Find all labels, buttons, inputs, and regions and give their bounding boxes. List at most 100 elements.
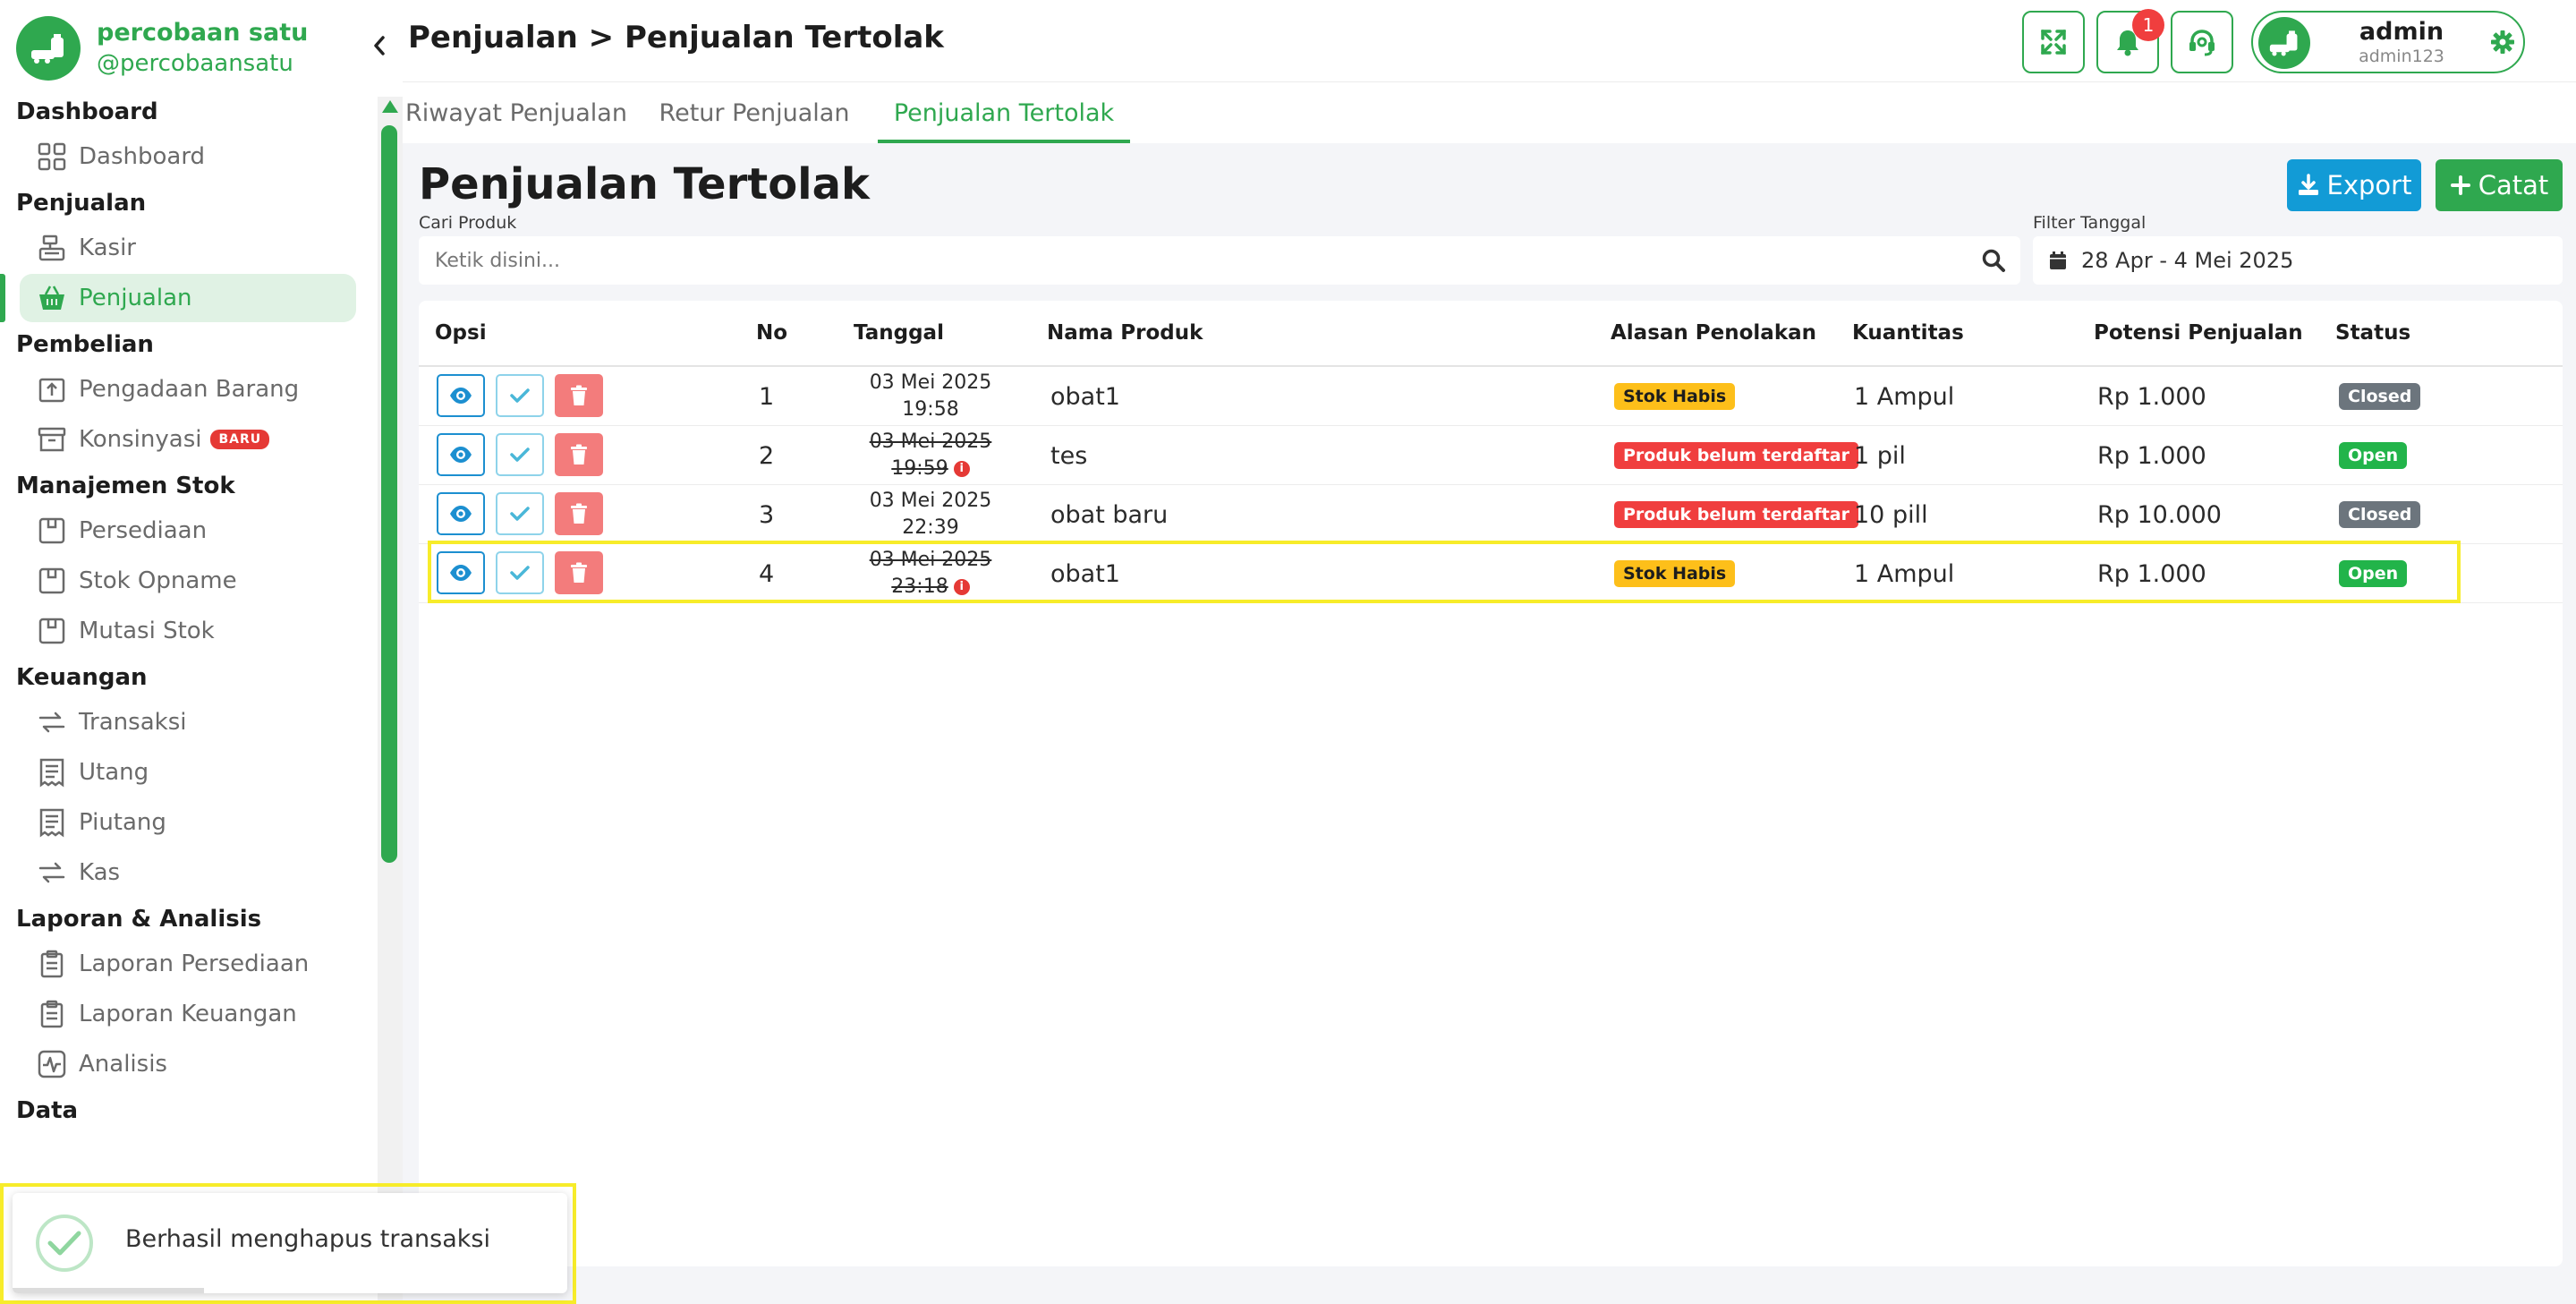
cash-register-icon	[36, 232, 68, 264]
trash-icon	[571, 503, 587, 524]
sidebar-item-label: Pengadaan Barang	[79, 376, 300, 403]
reason-badge: Stok Habis	[1614, 383, 1736, 410]
info-icon[interactable]: i	[953, 461, 970, 477]
row-date: 03 Mei 2025 19:59 i	[850, 426, 1011, 485]
reason-badge: Produk belum terdaftar	[1614, 442, 1858, 469]
approve-button[interactable]	[496, 492, 544, 535]
sidebar-item-laporan-persediaan[interactable]: Laporan Persediaan	[20, 940, 356, 988]
expand-icon	[2041, 30, 2066, 55]
user-role: admin123	[2359, 47, 2444, 66]
table-row: 1 03 Mei 2025 19:58 obat1 Stok Habis 1 Ampul R…	[419, 367, 2563, 426]
sidebar-item-kasir[interactable]: Kasir	[20, 224, 356, 272]
sidebar-item-label: Persediaan	[79, 517, 208, 544]
tab-bar: Riwayat Penjualan Retur Penjualan Penjua…	[403, 84, 2576, 143]
check-icon	[510, 388, 530, 403]
sidebar-item-stok-opname[interactable]: Stok Opname	[20, 557, 356, 605]
delete-button[interactable]	[555, 492, 603, 535]
sidebar-item-piutang[interactable]: Piutang	[20, 798, 356, 847]
archive-icon	[36, 423, 68, 456]
notification-count-badge: 1	[2132, 9, 2164, 41]
sidebar-item-pengadaan-barang[interactable]: Pengadaan Barang	[20, 365, 356, 413]
sidebar-item-konsinyasi[interactable]: Konsinyasi BARU	[20, 415, 356, 464]
sidebar-item-mutasi-stok[interactable]: Mutasi Stok	[20, 607, 356, 655]
scroll-up-arrow-icon[interactable]	[382, 100, 398, 113]
row-status: Closed	[2339, 485, 2421, 544]
sidebar-item-dashboard[interactable]: Dashboard	[20, 132, 356, 181]
page-title: Penjualan Tertolak	[419, 159, 870, 209]
table-row: 3 03 Mei 2025 22:39 obat baru Produk belum t…	[419, 485, 2563, 544]
sidebar-item-label: Piutang	[79, 809, 166, 836]
row-date-time: 19:59 i	[891, 456, 970, 482]
fullscreen-button[interactable]	[2022, 11, 2085, 73]
sidebar: percobaan satu @percobaansatu Dashboard D…	[0, 0, 403, 1304]
exchange-icon	[36, 706, 68, 738]
view-button[interactable]	[437, 492, 485, 535]
toast-notification[interactable]: Berhasil menghapus transaksi	[13, 1193, 567, 1293]
status-badge: Closed	[2339, 383, 2421, 410]
sidebar-item-utang[interactable]: Utang	[20, 748, 356, 797]
toast-message: Berhasil menghapus transaksi	[125, 1225, 490, 1253]
sidebar-item-label: Kasir	[79, 234, 136, 261]
highlighted-row-outline	[428, 541, 2461, 603]
toast-progress-bar	[13, 1288, 204, 1293]
view-button[interactable]	[437, 433, 485, 476]
delete-button[interactable]	[555, 374, 603, 417]
main-content: Penjualan Tertolak Export Catat Cari Pro…	[403, 143, 2576, 1304]
row-product-name: tes	[1050, 441, 1088, 470]
delete-button[interactable]	[555, 433, 603, 476]
approve-button[interactable]	[496, 374, 544, 417]
brand[interactable]: percobaan satu @percobaansatu	[16, 16, 308, 81]
user-menu[interactable]: admin admin123	[2251, 11, 2525, 73]
collapse-sidebar-button[interactable]	[367, 30, 392, 61]
gear-icon[interactable]	[2489, 29, 2516, 59]
notification-button[interactable]: 1	[2096, 9, 2164, 73]
trash-icon	[571, 385, 587, 405]
row-reason: Stok Habis	[1614, 367, 1736, 426]
trash-icon	[571, 444, 587, 464]
tab-penjualan-tertolak[interactable]: Penjualan Tertolak	[878, 84, 1130, 143]
sidebar-section-keuangan: Keuangan	[16, 664, 148, 691]
tab-retur-penjualan[interactable]: Retur Penjualan	[646, 84, 863, 143]
sidebar-item-analisis[interactable]: Analisis	[20, 1040, 356, 1088]
eye-icon	[450, 506, 472, 522]
sidebar-item-penjualan[interactable]: Penjualan	[0, 274, 356, 322]
box-icon	[36, 515, 68, 547]
approve-button[interactable]	[496, 433, 544, 476]
sidebar-section-pembelian: Pembelian	[16, 331, 154, 358]
export-button[interactable]: Export	[2287, 159, 2421, 211]
catat-button[interactable]: Catat	[2436, 159, 2563, 211]
row-status: Closed	[2339, 367, 2421, 426]
sidebar-item-transaksi[interactable]: Transaksi	[20, 698, 356, 746]
sidebar-item-kas[interactable]: Kas	[20, 848, 356, 897]
sidebar-scroll-thumb[interactable]	[381, 125, 397, 863]
row-number: 3	[759, 500, 775, 529]
support-button[interactable]	[2171, 11, 2233, 73]
row-reason: Produk belum terdaftar	[1614, 485, 1858, 544]
exchange-icon	[36, 857, 68, 889]
search-input[interactable]	[419, 236, 1940, 285]
headset-icon	[2189, 30, 2215, 56]
rejected-sales-table: Opsi No Tanggal Nama Produk Alasan Penol…	[419, 301, 2563, 1266]
sidebar-item-persediaan[interactable]: Persediaan	[20, 507, 356, 555]
sidebar-item-laporan-keuangan[interactable]: Laporan Keuangan	[20, 990, 356, 1038]
sidebar-item-label: Penjualan	[79, 285, 192, 311]
search-icon[interactable]	[1981, 248, 2006, 277]
row-status: Open	[2339, 426, 2408, 485]
sidebar-item-label: Mutasi Stok	[79, 618, 215, 644]
col-header-tanggal: Tanggal	[854, 321, 944, 345]
brand-name: percobaan satu	[97, 19, 309, 47]
col-header-nama-produk: Nama Produk	[1047, 321, 1203, 345]
time-text: 22:39	[902, 516, 959, 539]
row-number: 2	[759, 441, 775, 470]
eye-icon	[450, 447, 472, 463]
sidebar-section-data: Data	[16, 1097, 79, 1124]
view-button[interactable]	[437, 374, 485, 417]
grid-icon	[36, 141, 68, 173]
check-icon	[510, 447, 530, 462]
plus-icon	[2450, 175, 2470, 195]
search-label: Cari Produk	[419, 213, 517, 233]
date-filter-field[interactable]: 28 Apr - 4 Mei 2025	[2033, 236, 2563, 285]
top-header: Penjualan > Penjualan Tertolak 1 admin a…	[403, 0, 2576, 82]
tab-riwayat-penjualan[interactable]: Riwayat Penjualan	[404, 84, 628, 143]
col-header-no: No	[756, 321, 788, 345]
